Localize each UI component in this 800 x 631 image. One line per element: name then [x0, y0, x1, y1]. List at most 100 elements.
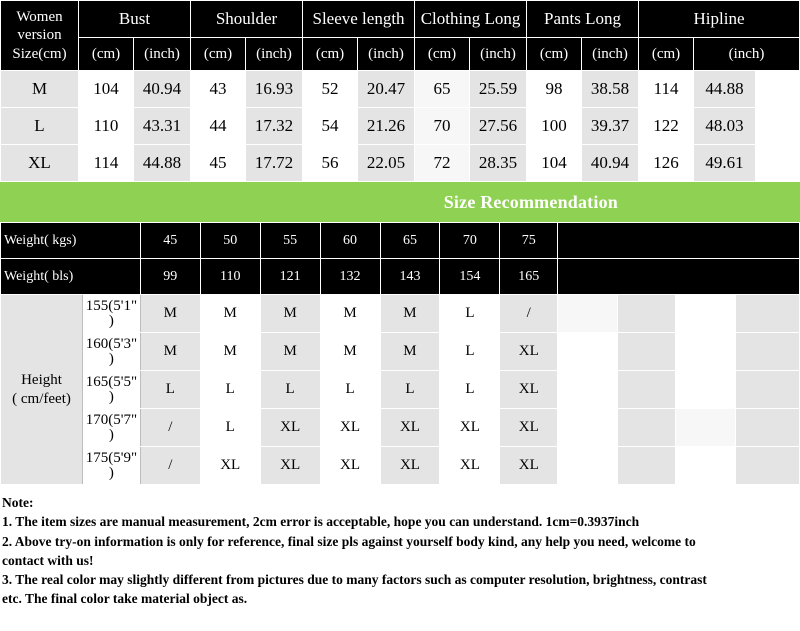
recommendation-table: Weight( kgs) 45 50 55 60 65 70 75 Weight… [0, 222, 800, 485]
height-cell-empty [674, 408, 736, 447]
unit-shoulder-cm: (cm) [190, 37, 246, 71]
row-size-label: XL [0, 144, 79, 182]
unit-pants-cm: (cm) [526, 37, 583, 71]
height-cell-empty [557, 370, 619, 409]
height-cell: L [379, 370, 441, 409]
weight-lbs-value: 132 [319, 258, 381, 295]
height-cell-empty [734, 332, 800, 371]
cell-pants-cm: 100 [526, 107, 583, 145]
cell-pants-inch: 38.58 [581, 70, 640, 108]
height-cell: / [139, 446, 201, 485]
cell-bust-inch: 40.94 [133, 70, 191, 108]
weight-kgs-value: 60 [319, 222, 381, 259]
column-group-hipline: Hipline [638, 0, 800, 38]
height-row-label: 155(5'1" ) [82, 294, 141, 333]
height-cell: XL [379, 408, 441, 447]
weight-lbs-value: 121 [259, 258, 321, 295]
height-side-label: Height ( cm/feet) [0, 294, 83, 485]
unit-clothing-cm: (cm) [414, 37, 471, 71]
corner-line-2: version [17, 27, 62, 44]
measurement-body: M 104 40.94 43 16.93 52 20.47 65 25.59 9… [0, 70, 800, 182]
height-cell-empty [674, 332, 736, 371]
height-row-label-line2: ) [108, 312, 114, 329]
cell-sleeve-inch: 22.05 [357, 144, 416, 182]
weight-kgs-value: 45 [139, 222, 201, 259]
column-group-clothing-long: Clothing Long [414, 0, 528, 38]
height-cell-empty [734, 446, 800, 485]
column-group-bust: Bust [78, 0, 191, 38]
height-cell: L [199, 408, 261, 447]
height-cell: / [139, 408, 201, 447]
measurement-table: Women version Size(cm) Bust Shoulder Sle… [0, 0, 800, 182]
height-cell: L [439, 332, 501, 371]
height-cell: M [139, 294, 201, 333]
cell-clothing-cm: 72 [414, 144, 471, 182]
cell-shoulder-inch: 16.93 [244, 70, 304, 108]
height-cell-empty [617, 294, 676, 333]
header-unit-row: (cm) (inch) (cm) (inch) (cm) (inch) (cm)… [1, 37, 800, 71]
height-row-label-line1: 165(5'5" [85, 373, 138, 390]
height-cell: XL [499, 332, 559, 371]
row-size-label: M [0, 70, 79, 108]
height-cell: M [139, 332, 201, 371]
cell-bust-cm: 110 [78, 107, 134, 145]
height-row-label: 160(5'3" ) [82, 332, 141, 371]
unit-sleeve-cm: (cm) [302, 37, 359, 71]
cell-hipline-inch: 44.88 [693, 70, 757, 108]
height-cell: M [379, 332, 441, 371]
height-row-label: 170(5'7" ) [82, 408, 141, 447]
height-cell: XL [319, 446, 381, 485]
weight-lbs-value: 143 [379, 258, 441, 295]
height-cell: L [319, 370, 381, 409]
weight-kgs-value: 65 [379, 222, 441, 259]
cell-pants-cm: 104 [526, 144, 583, 182]
cell-shoulder-inch: 17.72 [244, 144, 304, 182]
height-cell-empty [734, 370, 800, 409]
cell-pants-inch: 40.94 [581, 144, 640, 182]
unit-bust-inch: (inch) [133, 37, 191, 71]
unit-bust-cm: (cm) [78, 37, 134, 71]
cell-sleeve-cm: 54 [302, 107, 359, 145]
cell-sleeve-inch: 21.26 [357, 107, 416, 145]
weight-kgs-label: Weight( kgs) [0, 222, 141, 259]
unit-sleeve-inch: (inch) [357, 37, 416, 71]
cell-shoulder-inch: 17.32 [244, 107, 304, 145]
note-block: Note: 1. The item sizes are manual measu… [0, 485, 800, 609]
cell-hipline-cm: 114 [638, 70, 695, 108]
weight-lbs-value: 110 [199, 258, 261, 295]
note-line-3: contact with us! [2, 552, 94, 568]
unit-clothing-inch: (inch) [469, 37, 528, 71]
height-cell: L [439, 370, 501, 409]
weight-kgs-spacer [557, 222, 800, 259]
table-row: 160(5'3" ) M M M M M L XL [1, 332, 800, 371]
weight-lbs-spacer [557, 258, 800, 295]
height-side-label-line2: ( cm/feet) [12, 390, 71, 407]
banner-title: Size Recommendation [443, 191, 618, 212]
cell-clothing-inch: 27.56 [469, 107, 528, 145]
size-recommendation-banner: Size Recommendation [0, 182, 800, 222]
cell-hipline-cm: 122 [638, 107, 695, 145]
cell-hipline-inch: 48.03 [693, 107, 757, 145]
height-row-label-line2: ) [108, 426, 114, 443]
height-row-label-line1: 170(5'7" [85, 411, 138, 428]
height-cell-empty [674, 294, 736, 333]
corner-line-3: Size(cm) [12, 45, 67, 62]
column-group-shoulder: Shoulder [189, 0, 304, 38]
table-row: XL 114 44.88 45 17.72 56 22.05 72 28.35 … [0, 144, 800, 182]
size-chart-sheet: Women version Size(cm) Bust Shoulder Sle… [0, 0, 800, 631]
height-cell-empty [557, 408, 619, 447]
header-group-row: Women version Size(cm) Bust Shoulder Sle… [0, 0, 800, 71]
cell-sleeve-inch: 20.47 [357, 70, 416, 108]
weight-lbs-label: Weight( bls) [0, 258, 141, 295]
cell-shoulder-cm: 44 [190, 107, 246, 145]
height-cell: XL [199, 446, 261, 485]
height-row-label-line1: 175(5'9" [85, 449, 138, 466]
table-row: Height ( cm/feet) 155(5'1" ) M M M M M L… [0, 294, 800, 485]
weight-kgs-value: 70 [439, 222, 501, 259]
height-cell-empty [674, 370, 736, 409]
weight-lbs-value: 99 [139, 258, 201, 295]
height-cell-empty [734, 294, 800, 333]
height-cell: XL [379, 446, 441, 485]
height-cell: M [259, 294, 321, 333]
cell-bust-cm: 114 [78, 144, 134, 182]
